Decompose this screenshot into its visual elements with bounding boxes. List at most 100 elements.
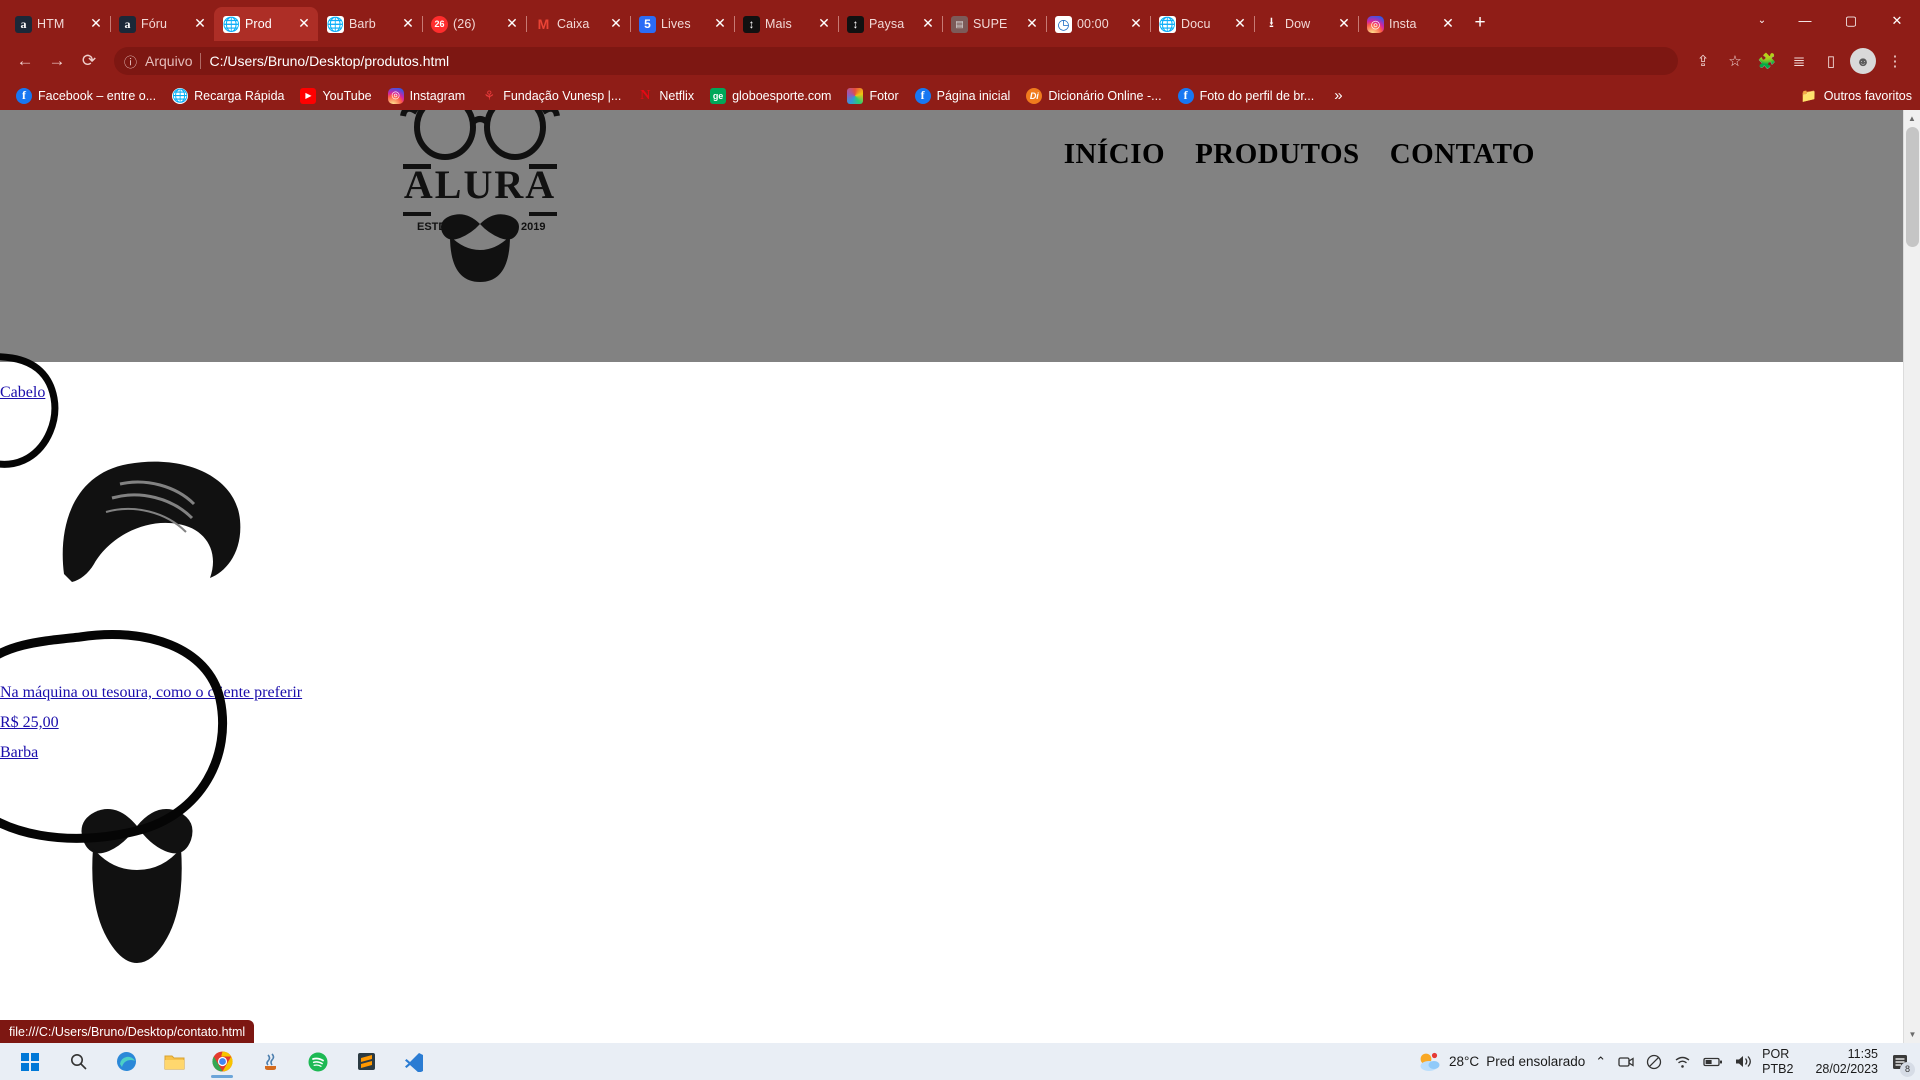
taskbar-clock[interactable]: POR 11:35 PTB2 28/02/2023: [1762, 1047, 1878, 1077]
tab-title: 00:00: [1077, 17, 1109, 31]
edge-button[interactable]: [102, 1043, 150, 1080]
chrome-menu-icon[interactable]: ⋮: [1880, 46, 1910, 76]
bookmark-label: Netflix: [659, 88, 695, 103]
tab-close-icon[interactable]: ✕: [920, 16, 936, 32]
browser-tab[interactable]: 🌐 Docu ✕: [1150, 7, 1255, 41]
browser-tab[interactable]: ↕ Paysa ✕: [838, 7, 943, 41]
browser-tab[interactable]: 26 (26) ✕: [422, 7, 527, 41]
browser-tab-active[interactable]: 🌐 Prod ✕: [214, 7, 318, 41]
browser-tab[interactable]: ◷ 00:00 ✕: [1046, 7, 1151, 41]
bookmark-item[interactable]: 🌐 Recarga Rápida: [164, 85, 292, 107]
file-explorer-button[interactable]: [150, 1043, 198, 1080]
scroll-down-arrow-icon[interactable]: ▼: [1904, 1026, 1920, 1043]
profile-avatar[interactable]: ☻: [1850, 48, 1876, 74]
tab-close-icon[interactable]: ✕: [608, 16, 624, 32]
tab-title: Barb: [349, 17, 376, 31]
browser-tab[interactable]: ↕ Mais ✕: [734, 7, 839, 41]
tab-close-icon[interactable]: ✕: [1440, 16, 1456, 32]
close-window-button[interactable]: ✕: [1874, 0, 1920, 41]
wifi-icon[interactable]: [1674, 1055, 1691, 1069]
java-button[interactable]: [246, 1043, 294, 1080]
new-tab-button[interactable]: +: [1466, 10, 1494, 38]
browser-tab[interactable]: 🌐 Barb ✕: [318, 7, 423, 41]
address-bar[interactable]: ⓘ Arquivo C:/Users/Bruno/Desktop/produto…: [114, 47, 1678, 75]
product-link-barba[interactable]: Barba: [0, 744, 38, 762]
do-not-disturb-icon[interactable]: [1646, 1054, 1662, 1070]
bookmark-item[interactable]: ⚘ Fundação Vunesp |...: [473, 85, 629, 107]
download-icon: ⭳: [1269, 15, 1274, 31]
tab-close-icon[interactable]: ✕: [1336, 16, 1352, 32]
extensions-icon[interactable]: 🧩: [1752, 46, 1782, 76]
chrome-button[interactable]: [198, 1043, 246, 1080]
bookmarks-overflow-icon[interactable]: »: [1326, 87, 1350, 104]
tab-close-icon[interactable]: ✕: [88, 16, 104, 32]
nav-item-produtos[interactable]: PRODUTOS: [1195, 138, 1360, 171]
browser-tab[interactable]: M Caixa ✕: [526, 7, 631, 41]
tab-title: Prod: [245, 17, 272, 31]
tab-close-icon[interactable]: ✕: [816, 16, 832, 32]
scrollbar-thumb[interactable]: [1906, 127, 1919, 247]
bookmark-item[interactable]: f Foto do perfil de br...: [1170, 85, 1323, 107]
spotify-button[interactable]: [294, 1043, 342, 1080]
browser-tab[interactable]: ▤ SUPE ✕: [942, 7, 1047, 41]
bookmark-item[interactable]: f Facebook – entre o...: [8, 85, 164, 107]
volume-icon[interactable]: [1735, 1054, 1752, 1069]
tab-close-icon[interactable]: ✕: [192, 16, 208, 32]
active-app-indicator: [211, 1075, 233, 1078]
bookmark-label: Dicionário Online -...: [1048, 88, 1162, 103]
side-panel-icon[interactable]: ▯: [1816, 46, 1846, 76]
nav-item-inicio[interactable]: INÍCIO: [1064, 138, 1165, 171]
minimize-button[interactable]: —: [1782, 0, 1828, 41]
nav-item-contato[interactable]: CONTATO: [1390, 138, 1535, 171]
browser-tab[interactable]: 5 Lives ✕: [630, 7, 735, 41]
tab-close-icon[interactable]: ✕: [1232, 16, 1248, 32]
page-scrollbar[interactable]: ▲ ▼: [1903, 110, 1920, 1043]
product-price-link[interactable]: R$ 25,00: [0, 714, 59, 732]
search-button[interactable]: [54, 1043, 102, 1080]
bookmark-star-icon[interactable]: ☆: [1720, 46, 1750, 76]
bookmark-item[interactable]: Fotor: [839, 85, 906, 107]
product-description-link[interactable]: Na máquina ou tesoura, como o cliente pr…: [0, 684, 302, 702]
beard-illustration: [75, 790, 200, 965]
sublime-button[interactable]: [342, 1043, 390, 1080]
reload-button[interactable]: ⟳: [74, 46, 104, 76]
battery-icon[interactable]: [1703, 1055, 1723, 1069]
bookmark-item[interactable]: Di Dicionário Online -...: [1018, 85, 1169, 107]
bookmark-label: Recarga Rápida: [194, 88, 285, 103]
back-button[interactable]: ←: [10, 46, 40, 76]
notification-center-button[interactable]: 8: [1888, 1049, 1915, 1077]
url-text: C:/Users/Bruno/Desktop/produtos.html: [209, 53, 450, 69]
bookmark-item[interactable]: N Netflix: [629, 85, 702, 107]
tab-close-icon[interactable]: ✕: [1128, 16, 1144, 32]
tab-close-icon[interactable]: ✕: [400, 16, 416, 32]
weather-widget[interactable]: 28°C Pred ensolarado: [1418, 1052, 1585, 1072]
browser-tab[interactable]: ⭳ Dow ✕: [1254, 7, 1359, 41]
browser-tab[interactable]: a Fóru ✕: [110, 7, 215, 41]
bookmark-item[interactable]: f Página inicial: [907, 85, 1019, 107]
tray-overflow-icon[interactable]: ⌃: [1595, 1054, 1606, 1070]
site-info-icon[interactable]: ⓘ: [124, 52, 137, 71]
bookmark-item[interactable]: ▶ YouTube: [292, 85, 379, 107]
forward-button[interactable]: →: [42, 46, 72, 76]
bookmark-item[interactable]: ge globoesporte.com: [702, 85, 839, 107]
maximize-button[interactable]: ▢: [1828, 0, 1874, 41]
tab-close-icon[interactable]: ✕: [296, 16, 312, 32]
browser-tab[interactable]: ◎ Insta ✕: [1358, 7, 1462, 41]
bookmark-label: Página inicial: [936, 88, 1011, 103]
camera-icon[interactable]: [1618, 1055, 1634, 1069]
share-icon[interactable]: ⇪: [1688, 46, 1718, 76]
tab-search-caret-icon[interactable]: ⌄: [1742, 0, 1782, 41]
bookmark-item[interactable]: ◎ Instagram: [380, 85, 474, 107]
tab-close-icon[interactable]: ✕: [1024, 16, 1040, 32]
tab-close-icon[interactable]: ✕: [712, 16, 728, 32]
sublime-text-icon: [357, 1053, 375, 1070]
reading-list-icon[interactable]: ≣: [1784, 46, 1814, 76]
tab-close-icon[interactable]: ✕: [504, 16, 520, 32]
product-link-cabelo[interactable]: Cabelo: [0, 384, 45, 402]
start-button[interactable]: [6, 1043, 54, 1080]
scroll-up-arrow-icon[interactable]: ▲: [1904, 110, 1920, 127]
alura-logo: ALURA ESTD 2019: [395, 110, 565, 282]
other-bookmarks-button[interactable]: 📁 Outros favoritos: [1801, 88, 1912, 104]
vscode-button[interactable]: [390, 1043, 438, 1080]
browser-tab[interactable]: a HTM ✕: [6, 7, 111, 41]
